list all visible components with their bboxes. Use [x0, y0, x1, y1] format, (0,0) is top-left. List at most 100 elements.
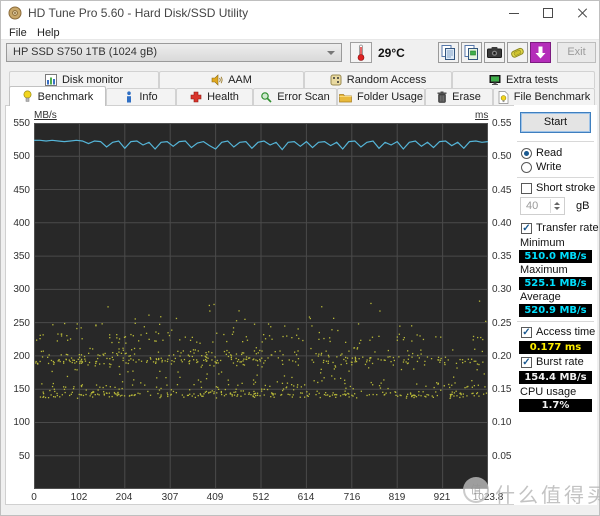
tab-file-benchmark[interactable]: File Benchmark	[493, 88, 595, 105]
extra-tests-icon	[489, 75, 501, 85]
folder-icon	[339, 93, 352, 102]
app-icon	[8, 6, 22, 20]
maximize-icon	[543, 8, 553, 18]
capacity-spinner[interactable]: 40	[520, 197, 565, 215]
left-axis-ticks: 550 500 450 400 350 300 250 200 150 100 50	[1, 118, 30, 489]
tab-label: Random Access	[346, 74, 427, 86]
burst-rate-value: 154.4 MB/s	[519, 371, 592, 384]
write-radio[interactable]	[521, 162, 532, 173]
benchmark-chart	[34, 123, 488, 489]
separator	[517, 177, 594, 178]
camera-icon	[487, 47, 502, 58]
y-right-tick-label: 0.15	[492, 384, 512, 395]
x-tick-label: 409	[206, 492, 224, 503]
x-tick-label: 921	[433, 492, 451, 503]
tab-error-scan[interactable]: Error Scan	[253, 88, 337, 105]
tab-random-access[interactable]: Random Access	[304, 71, 452, 88]
tab-aam[interactable]: AAM	[159, 71, 304, 88]
spinner-arrows-icon[interactable]	[550, 199, 563, 213]
minimize-button[interactable]	[497, 1, 531, 25]
short-stroke-checkbox[interactable]	[521, 183, 532, 194]
y-left-tick-label: 350	[13, 251, 30, 262]
x-tick-label: 819	[388, 492, 406, 503]
cpu-usage-label: CPU usage	[520, 386, 577, 398]
thermometer-icon	[357, 44, 365, 61]
chevron-down-icon	[327, 51, 335, 55]
transfer-rate-checkbox[interactable]: ✓	[521, 223, 532, 234]
tab-strip: Disk monitor AAM Random Access Extra tes…	[1, 65, 599, 106]
copy-image-icon	[464, 45, 478, 60]
y-left-tick-label: 250	[13, 318, 30, 329]
y-left-tick-label: 550	[13, 118, 30, 129]
copy-image-button[interactable]	[461, 42, 482, 63]
tab-erase[interactable]: Erase	[425, 88, 493, 105]
temperature-value: 29°C	[378, 46, 405, 60]
y-left-tick-label: 450	[13, 185, 30, 196]
menu-help[interactable]: Help	[33, 26, 64, 40]
y-left-tick-label: 500	[13, 151, 30, 162]
benchmark-bulb-icon	[23, 90, 32, 102]
tab-folder-usage[interactable]: Folder Usage	[337, 88, 425, 105]
x-tick-label: 307	[161, 492, 179, 503]
y-right-tick-label: 0.35	[492, 251, 512, 262]
drive-select-value: HP SSD S750 1TB (1024 gB)	[13, 46, 158, 58]
y-left-tick-label: 200	[13, 351, 30, 362]
transfer-rate-label: Transfer rate	[536, 222, 599, 234]
tab-label: AAM	[228, 74, 252, 86]
y-right-tick-label: 0.20	[492, 351, 512, 362]
capacity-value: 40	[526, 200, 539, 212]
menu-file[interactable]: File	[5, 26, 31, 40]
average-label: Average	[520, 291, 561, 303]
update-button[interactable]	[530, 42, 551, 63]
minimum-value: 510.0 MB/s	[519, 250, 592, 263]
separator	[517, 321, 594, 322]
access-time-label: Access time	[536, 326, 596, 338]
y-left-tick-label: 300	[13, 284, 30, 295]
burst-rate-checkbox[interactable]: ✓	[521, 357, 532, 368]
tab-benchmark[interactable]: Benchmark	[9, 86, 106, 106]
start-button[interactable]: Start	[520, 112, 591, 133]
maximize-button[interactable]	[531, 1, 565, 25]
y-right-tick-label: 0.55	[492, 118, 512, 129]
access-time-checkbox[interactable]: ✓	[521, 327, 532, 338]
copy-button[interactable]	[438, 42, 459, 63]
benchmark-controls: Start Read Write Short stroke 40 gB ✓ Tr…	[514, 105, 599, 505]
info-icon	[127, 91, 132, 103]
tab-extra-tests[interactable]: Extra tests	[452, 71, 595, 88]
temperature-button[interactable]	[350, 42, 372, 63]
x-axis-ticks: 0 102 204 307 409 512 614 716 819 921 1023.8	[1, 492, 514, 504]
menu-bar: File Help	[1, 25, 599, 40]
toolbar: HP SSD S750 1TB (1024 gB) 29°C Exit	[1, 40, 599, 65]
drive-select[interactable]: HP SSD S750 1TB (1024 gB)	[6, 43, 342, 62]
y-left-tick-label: 50	[18, 451, 30, 462]
close-button[interactable]	[565, 1, 599, 25]
title-bar: HD Tune Pro 5.60 - Hard Disk/SSD Utility	[1, 1, 599, 25]
app-window: HD Tune Pro 5.60 - Hard Disk/SSD Utility…	[0, 0, 600, 516]
separator	[517, 141, 594, 142]
close-icon	[577, 7, 588, 18]
tab-label: Extra tests	[506, 74, 558, 86]
disk-monitor-icon	[44, 74, 57, 86]
y-left-tick-label: 400	[13, 218, 30, 229]
y-right-tick-label: 0.45	[492, 185, 512, 196]
y-right-tick-label: 0.10	[492, 417, 512, 428]
burst-rate-label: Burst rate	[536, 356, 584, 368]
screenshot-button[interactable]	[484, 42, 505, 63]
y-right-tick-label: 0.30	[492, 284, 512, 295]
cpu-usage-value: 1.7%	[519, 399, 592, 412]
tab-label: Health	[207, 91, 239, 103]
tab-health[interactable]: Health	[176, 88, 253, 105]
window-title: HD Tune Pro 5.60 - Hard Disk/SSD Utility	[28, 6, 249, 20]
exit-button[interactable]: Exit	[557, 42, 596, 63]
x-tick-label: 204	[115, 492, 133, 503]
y-right-tick-label: 0.50	[492, 151, 512, 162]
buy-button[interactable]	[507, 42, 528, 63]
read-radio[interactable]	[521, 148, 532, 159]
y-right-tick-label: 0.05	[492, 451, 512, 462]
tab-info[interactable]: Info	[106, 88, 176, 105]
minimize-icon	[509, 13, 519, 14]
magnifier-icon	[261, 92, 272, 103]
dice-icon	[330, 74, 342, 86]
download-arrow-icon	[535, 46, 546, 59]
x-tick-label: 1023.8	[472, 492, 504, 503]
